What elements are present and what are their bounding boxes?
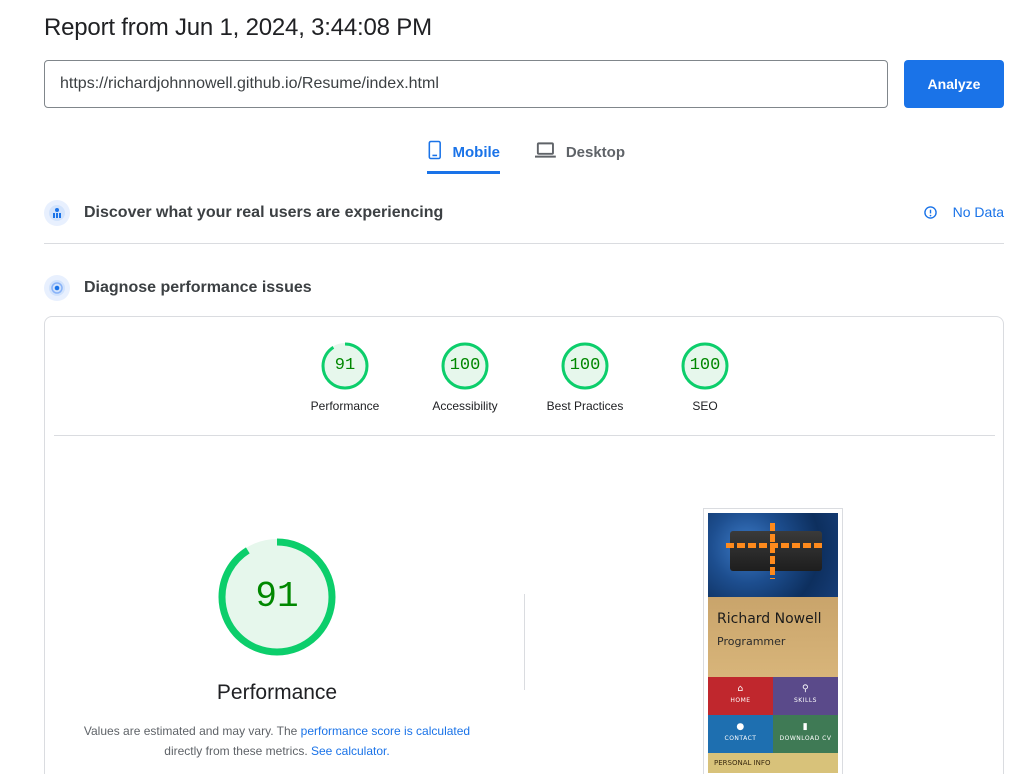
card-divider [54,435,995,436]
gauge-best-practices[interactable]: 100 Best Practices [535,341,635,413]
preview-tiles: ⌂ HOME ⚲ SKILLS ● CONTACT ▮ DOWNLOAD CV [708,677,838,753]
laptop-icon [535,142,556,158]
performance-heading: Performance [216,681,338,704]
performance-note: Values are estimated and may vary. The p… [65,721,489,761]
tab-mobile[interactable]: Mobile [427,138,500,174]
tab-mobile-label: Mobile [452,144,501,161]
scores-card: 91 Performance 100 Accessibility 100 Bes… [44,316,1004,774]
gauge-best-practices-score: 100 [569,356,601,375]
radar-icon [44,275,70,301]
report-title: Report from Jun 1, 2024, 3:44:08 PM [44,14,432,41]
page-screenshot-preview[interactable]: Richard Nowell Programmer ⌂ HOME ⚲ SKILLS … [703,508,843,774]
preview-name-block: Richard Nowell Programmer [708,597,838,677]
gauge-performance-score: 91 [334,356,356,375]
gauge-seo[interactable]: 100 SEO [655,341,755,413]
performance-big-gauge: 91 [217,537,337,657]
gauge-accessibility[interactable]: 100 Accessibility [415,341,515,413]
gauge-seo-score: 100 [689,356,721,375]
preview-hero-image [708,513,838,597]
preview-tile-download-cv: ▮ DOWNLOAD CV [773,715,838,753]
no-data-status[interactable]: No Data [923,204,1004,220]
home-icon: ⌂ [737,684,744,694]
analyze-button[interactable]: Analyze [904,60,1004,108]
note-prefix: Values are estimated and may vary. The [83,724,301,738]
preview-role: Programmer [717,635,786,648]
gauge-accessibility-score: 100 [449,356,481,375]
preview-tile-skills: ⚲ SKILLS [773,677,838,715]
chat-icon: ● [736,722,745,732]
lab-data-title: Diagnose performance issues [84,279,312,296]
preview-tile-home: ⌂ HOME [708,677,773,715]
gauge-performance-label: Performance [310,399,380,413]
preview-name: Richard Nowell [717,611,822,627]
info-icon [923,205,937,219]
field-data-title: Discover what your real users are experi… [84,204,444,221]
note-middle: directly from these metrics. [164,744,311,758]
search-icon: ⚲ [801,684,810,694]
vertical-divider [524,594,525,690]
see-calculator-link[interactable]: See calculator. [311,744,390,758]
section-divider [44,243,1004,244]
gauge-seo-label: SEO [692,399,718,413]
url-input[interactable] [44,60,888,108]
users-icon [44,200,70,226]
lab-data-section: Diagnose performance issues [44,274,1004,302]
preview-tile-contact: ● CONTACT [708,715,773,753]
document-icon: ▮ [802,722,809,732]
performance-score: 91 [255,576,299,617]
no-data-label: No Data [952,204,1004,220]
tab-desktop[interactable]: Desktop [535,138,625,174]
tab-desktop-label: Desktop [565,144,625,161]
gauge-accessibility-label: Accessibility [432,399,498,413]
field-data-section: Discover what your real users are experi… [44,199,1004,227]
smartphone-icon [428,140,441,160]
gauge-best-practices-label: Best Practices [546,399,624,413]
score-calculated-link[interactable]: performance score is calculated [301,724,470,738]
gauge-performance[interactable]: 91 Performance [295,341,395,413]
preview-section-label: PERSONAL INFO [708,753,838,773]
